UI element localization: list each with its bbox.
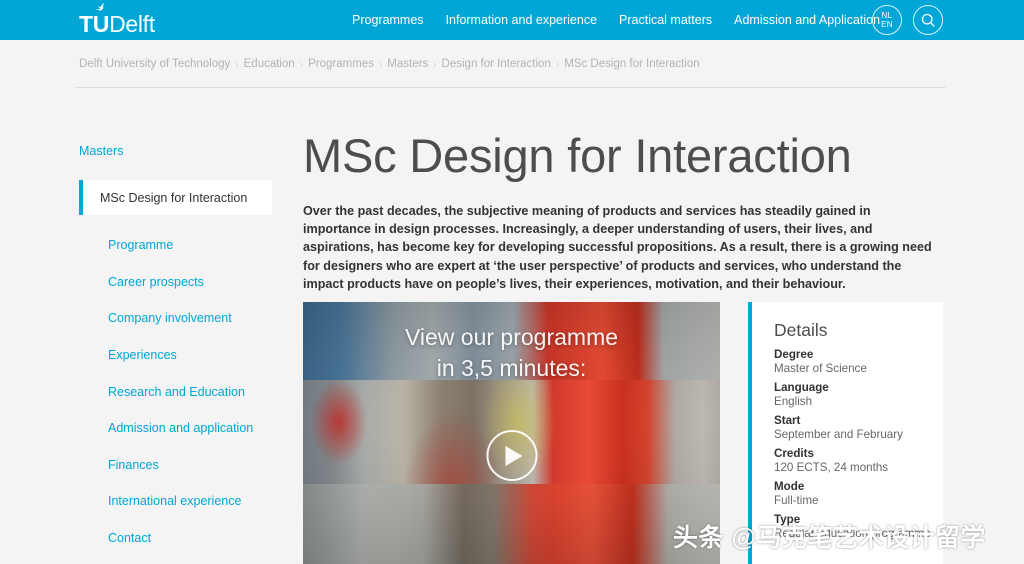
details-value-credits: 120 ECTS, 24 months xyxy=(774,461,889,474)
breadcrumb-item-3[interactable]: Masters xyxy=(387,58,428,70)
logo-wordmark: TUDelft xyxy=(79,12,155,37)
breadcrumb-item-5[interactable]: MSc Design for Interaction xyxy=(564,58,700,70)
sidebar-item-finances[interactable]: Finances xyxy=(108,447,279,484)
breadcrumb-item-1[interactable]: Education xyxy=(244,58,295,70)
site-header: TUDelft Programmes Information and exper… xyxy=(0,0,1024,40)
details-value-language: English xyxy=(774,395,813,408)
breadcrumb-item-2[interactable]: Programmes xyxy=(308,58,374,70)
breadcrumb: Delft University of Technology › Education… xyxy=(79,58,700,70)
video-caption: View our programme in 3,5 minutes: xyxy=(303,322,720,384)
language-nl: NL xyxy=(881,11,893,20)
sidebar-item-admission-and-application[interactable]: Admission and application xyxy=(108,410,279,447)
breadcrumb-separator: › xyxy=(555,59,560,70)
language-en: EN xyxy=(881,20,893,29)
details-label-credits: Credits xyxy=(774,447,814,460)
breadcrumb-separator: › xyxy=(378,59,383,70)
programme-video-thumbnail[interactable]: View our programme in 3,5 minutes: xyxy=(303,302,720,564)
video-caption-line-1: View our programme xyxy=(404,324,619,350)
details-value-degree: Master of Science xyxy=(774,362,867,375)
details-label-language: Language xyxy=(774,381,829,394)
play-icon xyxy=(505,445,522,466)
details-value-mode: Full-time xyxy=(774,494,819,507)
breadcrumb-divider xyxy=(75,87,946,88)
language-toggle[interactable]: NL EN xyxy=(872,5,902,35)
sidebar-item-international-experience[interactable]: International experience xyxy=(108,483,279,520)
breadcrumb-separator: › xyxy=(235,59,239,70)
breadcrumb-separator: › xyxy=(299,59,304,70)
details-list: Degree Master of Science Language Englis… xyxy=(774,348,943,540)
intro-paragraph: Over the past decades, the subjective me… xyxy=(303,204,932,291)
nav-item-admission-and-application[interactable]: Admission and Application xyxy=(734,12,880,28)
sidebar-item-experiences[interactable]: Experiences xyxy=(108,337,279,374)
page-title: MSc Design for Interaction xyxy=(303,129,852,182)
details-label-type: Type xyxy=(774,513,801,526)
search-icon xyxy=(921,13,935,27)
sidebar-parent-masters[interactable]: Masters xyxy=(79,144,279,158)
details-label-start: Start xyxy=(774,414,801,427)
sidebar-item-research-and-education[interactable]: Research and Education xyxy=(108,373,279,410)
sidebar-sublist: Programme Career prospects Company invol… xyxy=(79,227,279,556)
play-button[interactable] xyxy=(486,430,537,481)
logo-tu: TU xyxy=(79,11,110,37)
sidebar-item-programme[interactable]: Programme xyxy=(108,227,279,264)
nav-item-practical-matters[interactable]: Practical matters xyxy=(619,12,712,28)
nav-item-information-and-experience[interactable]: Information and experience xyxy=(446,12,597,28)
details-panel: Details Degree Master of Science Languag… xyxy=(748,302,943,564)
main-navigation: Programmes Information and experience Pr… xyxy=(352,12,880,28)
details-label-mode: Mode xyxy=(774,480,805,493)
sidebar-item-msc-design-for-interaction[interactable]: MSc Design for Interaction xyxy=(79,180,272,215)
sidebar-item-company-involvement[interactable]: Company involvement xyxy=(108,300,279,337)
details-value-start: September and February xyxy=(774,428,903,441)
sidebar-item-career-prospects[interactable]: Career prospects xyxy=(108,264,279,301)
sidebar-active-label: MSc Design for Interaction xyxy=(100,190,248,205)
breadcrumb-item-4[interactable]: Design for Interaction xyxy=(442,58,551,70)
sidebar-navigation: Masters MSc Design for Interaction Progr… xyxy=(79,144,279,556)
tudelft-logo[interactable]: TUDelft xyxy=(79,1,189,39)
nav-item-programmes[interactable]: Programmes xyxy=(352,12,424,28)
logo-delft: Delft xyxy=(109,11,155,37)
details-heading: Details xyxy=(774,320,828,340)
breadcrumb-item-0[interactable]: Delft University of Technology xyxy=(79,58,230,70)
sidebar-item-contact[interactable]: Contact xyxy=(108,520,279,557)
video-caption-line-2: in 3,5 minutes: xyxy=(436,355,587,381)
details-label-degree: Degree xyxy=(774,348,814,361)
search-button[interactable] xyxy=(913,5,943,35)
details-value-type: Regular education programme xyxy=(774,527,931,540)
breadcrumb-separator: › xyxy=(433,59,437,70)
